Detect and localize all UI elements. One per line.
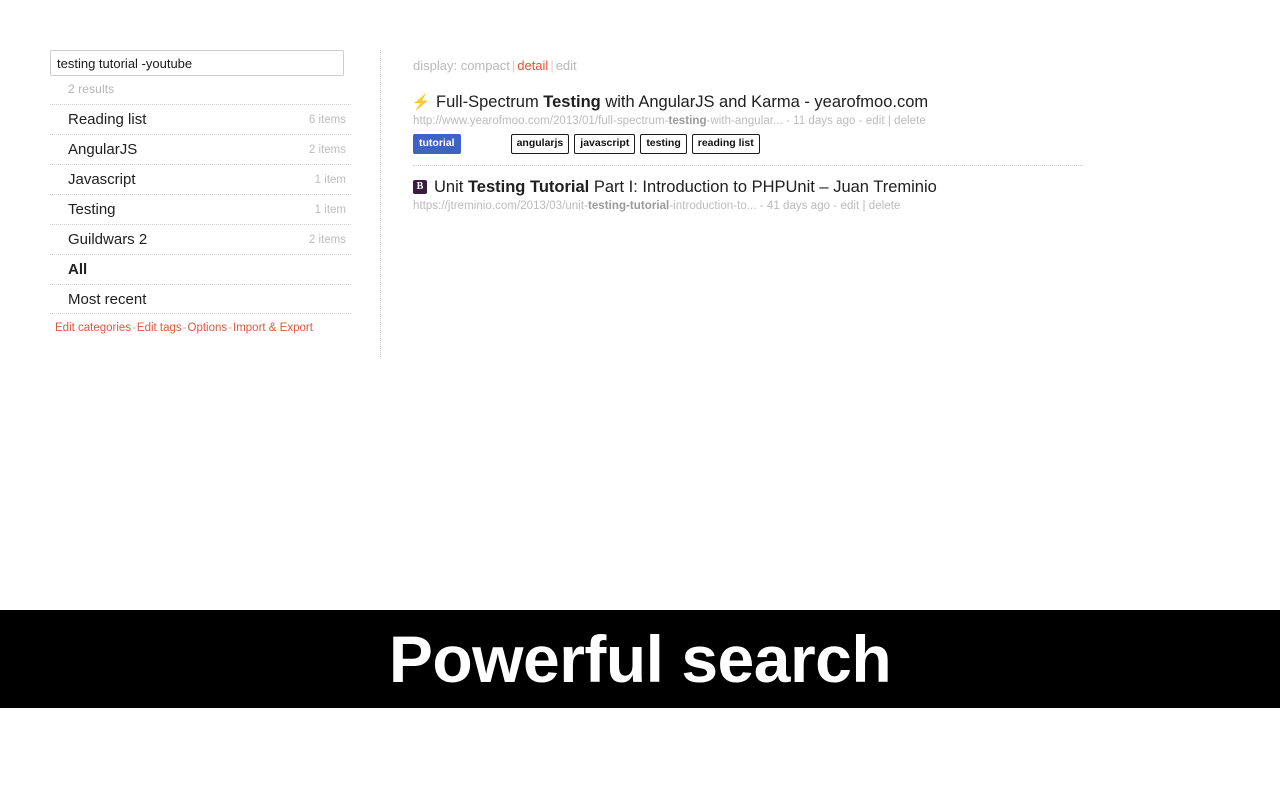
display-label: display: <box>413 58 458 73</box>
result-item: ⚡ Full-Spectrum Testing with AngularJS an… <box>411 93 1083 166</box>
result-title-row: ⚡ Full-Spectrum Testing with AngularJS an… <box>411 93 1083 111</box>
result-title-highlight: Testing <box>543 93 601 111</box>
category-label: Testing <box>68 201 116 218</box>
result-tag[interactable]: javascript <box>574 134 636 154</box>
result-delete-link[interactable]: delete <box>894 115 926 127</box>
category-label: Javascript <box>68 171 136 188</box>
tag-row: tutorial angularjs javascript testing readin… <box>413 134 1083 154</box>
category-label: AngularJS <box>68 141 138 158</box>
result-url-prefix: https://jtreminio.com/2013/03/unit- <box>413 199 588 212</box>
result-edit-link[interactable]: edit <box>866 115 885 127</box>
category-count: 1 item <box>314 203 346 216</box>
result-age: 11 days ago <box>793 115 856 128</box>
result-title[interactable]: Full-Spectrum Testing with AngularJS and… <box>436 93 928 111</box>
result-title-prefix: Full-Spectrum <box>436 93 544 111</box>
display-mode-bar: display: compact | detail | edit <box>413 58 1113 73</box>
result-meta-pipe: | <box>884 115 895 128</box>
result-title-suffix: Part I: Introduction to PHPUnit – Juan T… <box>589 177 937 196</box>
category-count: 2 items <box>308 233 346 246</box>
category-item[interactable]: Testing 1 item <box>50 194 351 224</box>
result-list: ⚡ Full-Spectrum Testing with AngularJS an… <box>411 93 1113 212</box>
category-tag[interactable]: tutorial <box>413 134 461 154</box>
search-input[interactable] <box>50 50 344 76</box>
result-title-prefix: Unit <box>434 177 468 196</box>
results-count-label: 2 results <box>68 82 115 96</box>
caption-banner: Powerful search <box>0 610 1280 708</box>
display-edit-link[interactable]: edit <box>556 58 577 73</box>
result-meta-dash-1: - <box>756 199 767 212</box>
category-label: Reading list <box>68 111 147 128</box>
category-item[interactable]: AngularJS 2 items <box>50 134 351 164</box>
result-url-prefix: http://www.yearofmoo.com/2013/01/full-sp… <box>413 115 669 128</box>
app-window: 2 results Reading list 6 items AngularJS 2 … <box>0 0 1280 610</box>
category-label: Most recent <box>68 290 147 308</box>
result-url-suffix: -with-angular... <box>706 115 783 128</box>
display-detail-link[interactable]: detail <box>517 58 548 73</box>
result-title[interactable]: Unit Testing Tutorial Part I: Introducti… <box>434 178 937 196</box>
result-meta-dash-1: - <box>782 115 794 128</box>
category-list: Reading list 6 items AngularJS 2 items Javas… <box>50 104 351 314</box>
category-item[interactable]: Guildwars 2 2 items <box>50 224 351 254</box>
result-meta-dash-2: - <box>855 115 866 128</box>
result-url-suffix: -introduction-to... <box>669 199 757 212</box>
sidebar: 2 results Reading list 6 items AngularJS 2 … <box>50 50 351 334</box>
sidebar-footer-links: Edit categories-Edit tags-Options-Import… <box>55 322 350 334</box>
result-url-row: http://www.yearofmoo.com/2013/01/full-sp… <box>413 115 1083 127</box>
import-export-link[interactable]: Import & Export <box>233 322 313 334</box>
result-tag[interactable]: testing <box>640 134 687 154</box>
category-item[interactable]: Most recent <box>50 284 351 314</box>
category-label: Guildwars 2 <box>68 231 148 248</box>
category-count: 1 item <box>314 173 346 186</box>
result-tag[interactable]: angularjs <box>510 134 570 154</box>
category-count: 6 items <box>308 113 346 126</box>
edit-tags-link[interactable]: Edit tags <box>137 322 182 334</box>
display-compact-link[interactable]: compact <box>461 58 510 73</box>
caption-text: Powerful search <box>388 622 892 696</box>
display-pipe-2: | <box>550 58 554 73</box>
result-meta-dash-2: - <box>830 199 841 212</box>
result-edit-link[interactable]: edit <box>841 200 860 212</box>
vertical-divider <box>380 50 381 357</box>
results-pane: display: compact | detail | edit ⚡ Full-Spect… <box>411 58 1113 212</box>
result-tag[interactable]: reading list <box>691 134 760 154</box>
result-age: 41 days ago <box>766 199 831 212</box>
category-item[interactable]: All <box>50 254 351 284</box>
blogger-b-icon: B <box>413 179 427 194</box>
category-item[interactable]: Javascript 1 item <box>50 164 351 194</box>
lightning-bolt-icon: ⚡ <box>411 93 431 111</box>
result-url-row: https://jtreminio.com/2013/03/unit-testi… <box>413 200 1113 212</box>
category-item[interactable]: Reading list 6 items <box>50 104 351 134</box>
options-link[interactable]: Options <box>188 322 228 334</box>
category-label: All <box>68 261 88 278</box>
category-count: 2 items <box>308 143 346 156</box>
edit-categories-link[interactable]: Edit categories <box>55 322 131 334</box>
result-url-highlight: testing-tutorial <box>587 199 670 212</box>
result-item: B Unit Testing Tutorial Part I: Introduct… <box>413 178 1113 212</box>
result-title-suffix: with AngularJS and Karma - yearofmoo.com <box>600 93 929 111</box>
result-meta-pipe: | <box>859 199 869 212</box>
result-delete-link[interactable]: delete <box>869 200 901 212</box>
result-title-highlight: Testing Tutorial <box>467 177 590 196</box>
result-url-highlight: testing <box>668 115 707 128</box>
result-title-row: B Unit Testing Tutorial Part I: Introduct… <box>413 178 1113 196</box>
